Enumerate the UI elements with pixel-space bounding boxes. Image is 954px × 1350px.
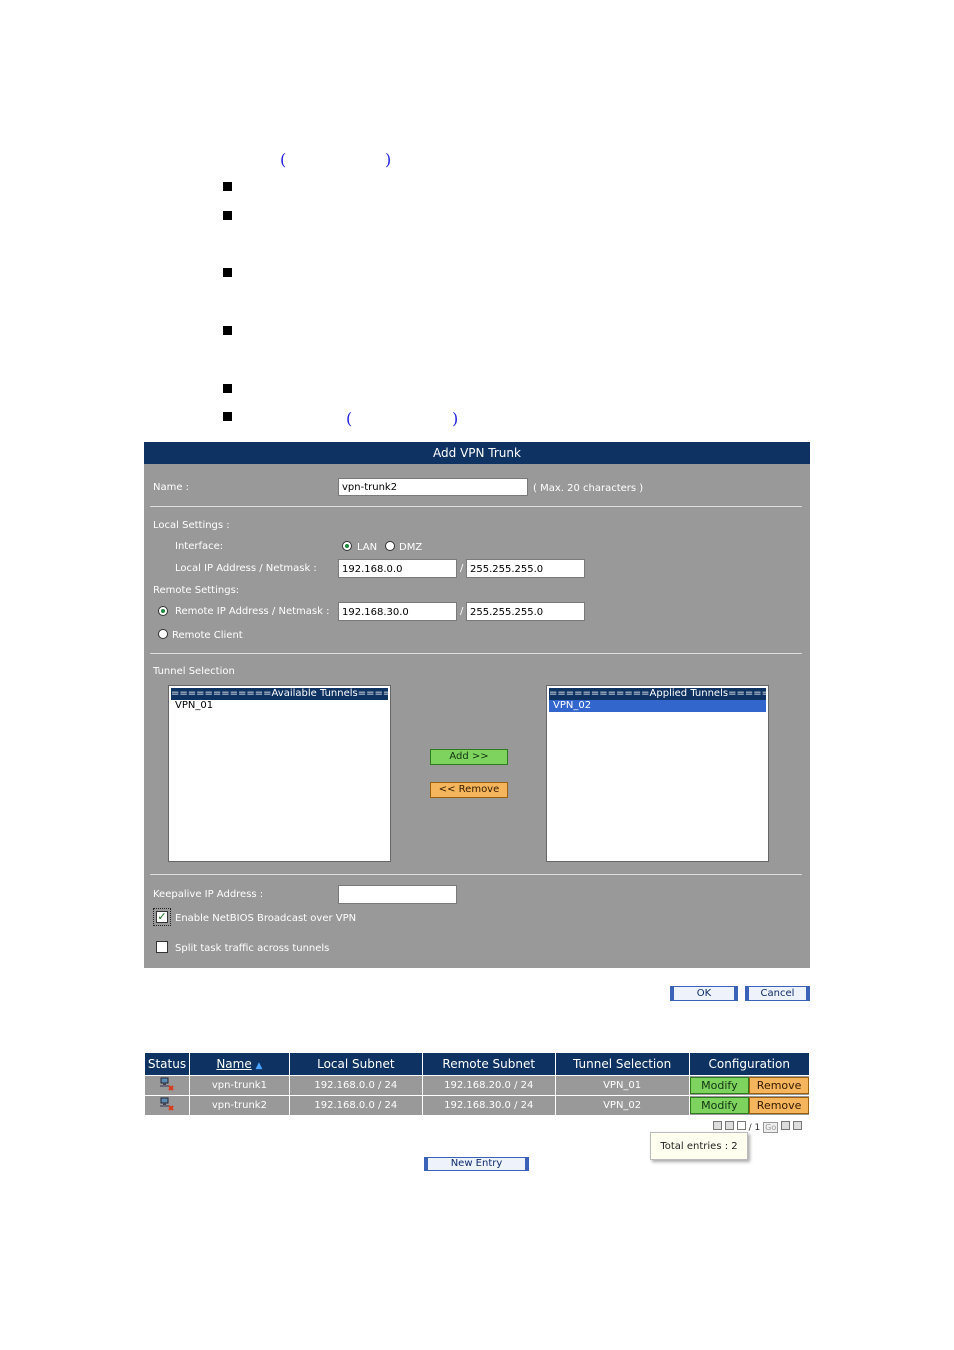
keepalive-input[interactable] bbox=[338, 885, 457, 904]
go-button[interactable]: Go bbox=[763, 1122, 779, 1133]
total-entries-tooltip: Total entries : 2 bbox=[650, 1132, 748, 1160]
config-cell: Modify Remove bbox=[688, 1095, 810, 1116]
separator-3 bbox=[150, 874, 802, 875]
bullet-3 bbox=[223, 268, 232, 277]
netbios-label: Enable NetBIOS Broadcast over VPN bbox=[175, 913, 357, 924]
local-ip-label: Local IP Address / Netmask : bbox=[175, 563, 317, 574]
remote-ip-radio[interactable] bbox=[158, 606, 168, 616]
remote-slash: / bbox=[460, 606, 464, 617]
applied-tunnel-item[interactable]: VPN_02 bbox=[549, 700, 766, 712]
page-count: / 1 bbox=[748, 1123, 761, 1133]
name-input[interactable]: vpn-trunk2 bbox=[338, 478, 528, 496]
config-cell: Modify Remove bbox=[688, 1075, 810, 1096]
th-status: Status bbox=[144, 1052, 190, 1076]
status-cell bbox=[144, 1095, 190, 1116]
applied-tunnels-header: ============Applied Tunnels============ bbox=[549, 688, 766, 700]
available-tunnels-list[interactable]: ============Available Tunnels===========… bbox=[168, 685, 391, 862]
local-subnet-cell: 192.168.0.0 / 24 bbox=[288, 1075, 423, 1096]
tunnel-disconnected-icon bbox=[159, 1097, 174, 1111]
bullet-6 bbox=[223, 412, 232, 421]
tunnel-disconnected-icon bbox=[159, 1077, 174, 1091]
netbios-checkbox[interactable]: ✓ bbox=[156, 911, 168, 923]
add-tunnel-button[interactable]: Add >> bbox=[430, 749, 508, 765]
interface-lan-radio[interactable] bbox=[342, 541, 352, 551]
name-hint: ( Max. 20 characters ) bbox=[533, 483, 644, 494]
tunnel-cell: VPN_02 bbox=[554, 1095, 690, 1116]
table-row: vpn-trunk1 192.168.0.0 / 24 192.168.20.0… bbox=[144, 1075, 810, 1096]
remote-subnet-cell: 192.168.30.0 / 24 bbox=[421, 1095, 556, 1116]
remote-netmask-input[interactable]: 255.255.255.0 bbox=[466, 602, 585, 621]
local-slash: / bbox=[460, 563, 464, 574]
local-settings-label: Local Settings : bbox=[153, 520, 230, 531]
available-tunnels-header: ============Available Tunnels===========… bbox=[171, 688, 388, 700]
remove-button[interactable]: Remove bbox=[749, 1097, 809, 1114]
prev-page-icon[interactable] bbox=[724, 1121, 734, 1130]
applied-tunnels-list[interactable]: ============Applied Tunnels============ … bbox=[546, 685, 769, 862]
first-page-icon[interactable] bbox=[713, 1121, 722, 1130]
sort-asc-icon: ▲ bbox=[255, 1061, 263, 1071]
th-remote-subnet: Remote Subnet bbox=[421, 1052, 556, 1076]
page-input[interactable] bbox=[736, 1121, 746, 1130]
new-entry-button[interactable]: New Entry bbox=[424, 1157, 529, 1171]
name-label: Name : bbox=[153, 482, 190, 493]
name-cell: vpn-trunk2 bbox=[188, 1095, 290, 1116]
interface-label: Interface: bbox=[175, 541, 224, 552]
ok-button[interactable]: OK bbox=[670, 986, 738, 1001]
last-page-icon[interactable] bbox=[792, 1121, 802, 1130]
remove-tunnel-button[interactable]: << Remove bbox=[430, 782, 508, 798]
remote-client-label: Remote Client bbox=[172, 630, 243, 641]
split-traffic-label: Split task traffic across tunnels bbox=[175, 943, 330, 954]
separator-1 bbox=[150, 506, 802, 507]
keepalive-label: Keepalive IP Address : bbox=[153, 889, 264, 900]
status-cell bbox=[144, 1075, 190, 1096]
open-paren: ( bbox=[280, 150, 287, 169]
th-name-label[interactable]: Name bbox=[216, 1057, 251, 1071]
bullet-5 bbox=[223, 384, 232, 393]
panel-title: Add VPN Trunk bbox=[144, 442, 810, 464]
tunnel-cell: VPN_01 bbox=[554, 1075, 690, 1096]
modify-button[interactable]: Modify bbox=[689, 1097, 750, 1114]
name-cell: vpn-trunk1 bbox=[188, 1075, 290, 1096]
local-ip-input[interactable]: 192.168.0.0 bbox=[338, 559, 457, 578]
interface-dmz-radio[interactable] bbox=[385, 541, 395, 551]
open-paren-2: ( bbox=[346, 409, 353, 428]
remote-subnet-cell: 192.168.20.0 / 24 bbox=[421, 1075, 556, 1096]
interface-lan-label: LAN bbox=[357, 542, 378, 553]
available-tunnel-item[interactable]: VPN_01 bbox=[171, 700, 388, 712]
th-tunnel-selection: Tunnel Selection bbox=[554, 1052, 690, 1076]
th-name[interactable]: Name ▲ bbox=[188, 1052, 290, 1076]
table-row: vpn-trunk2 192.168.0.0 / 24 192.168.30.0… bbox=[144, 1095, 810, 1116]
local-netmask-input[interactable]: 255.255.255.0 bbox=[466, 559, 585, 578]
split-traffic-checkbox[interactable] bbox=[156, 941, 168, 953]
remote-client-radio[interactable] bbox=[158, 629, 168, 639]
remote-settings-label: Remote Settings: bbox=[153, 585, 240, 596]
modify-button[interactable]: Modify bbox=[689, 1077, 750, 1094]
interface-dmz-label: DMZ bbox=[399, 542, 423, 553]
vpn-trunk-table: Status Name ▲ Local Subnet Remote Subnet… bbox=[144, 1052, 810, 1116]
bullet-1 bbox=[223, 182, 232, 191]
close-paren: ) bbox=[385, 150, 392, 169]
remote-ip-label: Remote IP Address / Netmask : bbox=[175, 606, 330, 617]
close-paren-2: ) bbox=[452, 409, 459, 428]
next-page-icon[interactable] bbox=[781, 1121, 791, 1130]
add-vpn-trunk-panel: Add VPN Trunk Name : vpn-trunk2 ( Max. 2… bbox=[144, 442, 810, 968]
th-local-subnet: Local Subnet bbox=[288, 1052, 423, 1076]
bullet-4 bbox=[223, 326, 232, 335]
bullet-2 bbox=[223, 211, 232, 220]
cancel-button[interactable]: Cancel bbox=[745, 986, 810, 1001]
separator-2 bbox=[150, 653, 802, 654]
th-configuration: Configuration bbox=[688, 1052, 810, 1076]
tunnel-selection-label: Tunnel Selection bbox=[153, 666, 235, 677]
remove-button[interactable]: Remove bbox=[749, 1077, 809, 1094]
remote-ip-input[interactable]: 192.168.30.0 bbox=[338, 602, 457, 621]
local-subnet-cell: 192.168.0.0 / 24 bbox=[288, 1095, 423, 1116]
